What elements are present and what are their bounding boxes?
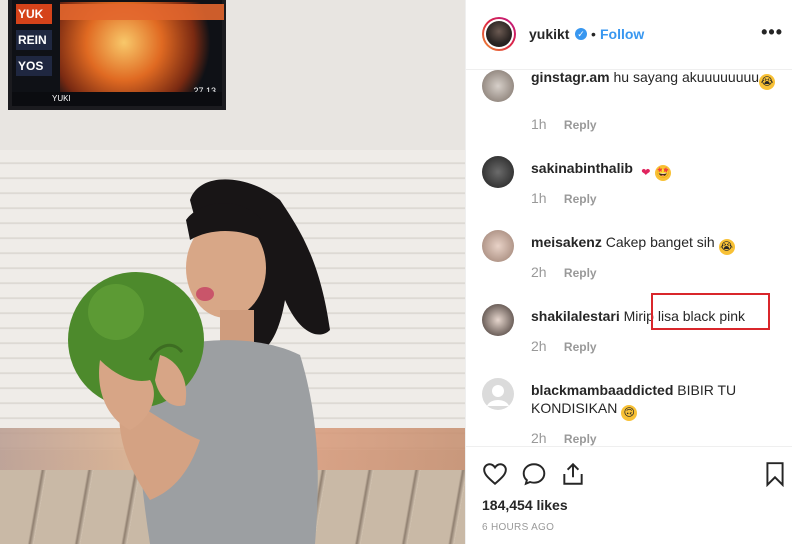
avatar-photo <box>486 21 512 47</box>
default-avatar-icon <box>487 385 509 406</box>
post-timestamp[interactable]: 6 HOURS AGO <box>482 522 554 533</box>
more-options-icon[interactable]: ••• <box>761 22 783 43</box>
reply-button[interactable]: Reply <box>564 266 597 280</box>
comment-list[interactable]: ginstagr.am hu sayang akuuuuuuuu 😭 1h Rep… <box>466 70 792 446</box>
comment-username[interactable]: blackmambaaddicted <box>531 382 673 398</box>
post-side-panel: yukikt ✓ • Follow ••• ginstagr.am hu say… <box>465 0 792 544</box>
crying-face-icon: 😭 <box>718 239 735 255</box>
comment-time[interactable]: 2h <box>531 430 547 446</box>
heart-icon[interactable] <box>482 461 508 487</box>
comment-meta: 1h Reply <box>531 190 597 206</box>
comment-body: Cakep banget sih <box>605 234 715 250</box>
comment-time[interactable]: 2h <box>531 264 547 280</box>
comment-username[interactable]: ginstagr.am <box>531 70 610 85</box>
comment-meta: 2h Reply <box>531 338 597 354</box>
comment-time[interactable]: 2h <box>531 338 547 354</box>
comment-time[interactable]: 1h <box>531 116 547 132</box>
avatar[interactable] <box>482 378 514 410</box>
post-actions: 184,454 likes 6 HOURS AGO <box>466 446 792 544</box>
comment-text: sakinabinthalib ❤ 🤩 <box>531 159 776 181</box>
reply-button[interactable]: Reply <box>564 432 597 446</box>
separator-dot: • <box>591 26 596 42</box>
reply-button[interactable]: Reply <box>564 340 597 354</box>
crying-face-icon: 😭 <box>759 74 776 90</box>
comment-username[interactable]: shakilalestari <box>531 308 620 324</box>
post-photo[interactable]: YUK REIN YOS 27.13 YUKI <box>0 0 465 544</box>
likes-count[interactable]: 184,454 likes <box>482 497 568 513</box>
post-username[interactable]: yukikt <box>529 26 569 42</box>
reply-button[interactable]: Reply <box>564 118 597 132</box>
verified-badge-icon: ✓ <box>575 28 587 40</box>
avatar[interactable] <box>482 70 514 102</box>
comment-body: hu sayang akuuuuuuuu <box>613 70 760 85</box>
comment-text: ginstagr.am hu sayang akuuuuuuuu 😭 <box>531 70 776 90</box>
avatar-ring <box>484 19 514 49</box>
comment-username[interactable]: sakinabinthalib <box>531 160 633 176</box>
comment-meta: 2h Reply <box>531 430 597 446</box>
avatar[interactable] <box>482 156 514 188</box>
highlight-annotation-box <box>651 293 770 330</box>
post-header: yukikt ✓ • Follow ••• <box>466 0 792 70</box>
heart-icon: ❤ <box>641 167 651 179</box>
reply-button[interactable]: Reply <box>564 192 597 206</box>
comment-meta: 1h Reply <box>531 116 597 132</box>
upside-down-face-icon: 🙃 <box>621 405 638 421</box>
bookmark-icon[interactable] <box>762 461 788 487</box>
follow-button[interactable]: Follow <box>600 26 644 42</box>
avatar[interactable] <box>482 304 514 336</box>
avatar[interactable] <box>482 230 514 262</box>
comment-text: meisakenz Cakep banget sih 😭 <box>531 233 776 255</box>
person-with-bowling-ball <box>68 179 330 544</box>
avatar[interactable] <box>482 17 516 51</box>
share-icon[interactable] <box>560 461 586 487</box>
comment-text: blackmambaaddicted BIBIR TU KONDISIKAN 🙃 <box>531 381 776 421</box>
comment-username[interactable]: meisakenz <box>531 234 602 250</box>
comment-meta: 2h Reply <box>531 264 597 280</box>
comment-time[interactable]: 1h <box>531 190 547 206</box>
comment-icon[interactable] <box>521 461 547 487</box>
star-struck-icon: 🤩 <box>654 165 671 181</box>
